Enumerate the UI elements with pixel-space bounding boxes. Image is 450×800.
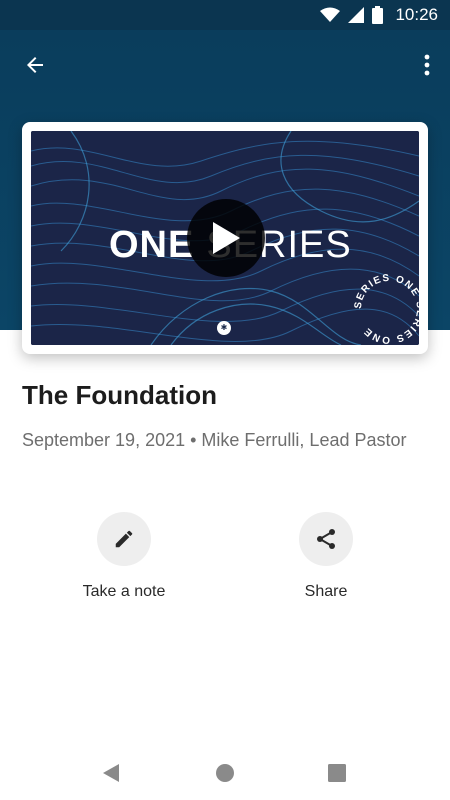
- share-label: Share: [304, 583, 348, 600]
- church-logo: ✱: [217, 321, 231, 335]
- nav-back-button[interactable]: [96, 758, 126, 788]
- pencil-icon: [115, 530, 133, 548]
- more-options-button[interactable]: [418, 50, 436, 80]
- series-word-1: ONE: [109, 224, 195, 266]
- video-card[interactable]: ONE SERIES SERIES ONE SERIES ONE ✱: [22, 122, 428, 354]
- nav-recents-icon: [328, 764, 346, 782]
- signal-icon: [348, 7, 365, 23]
- badge-text: SERIES ONE SERIES ONE: [353, 273, 419, 345]
- sermon-meta: September 19, 2021 • Mike Ferrulli, Lead…: [22, 430, 407, 450]
- back-button[interactable]: [20, 50, 50, 80]
- nav-home-button[interactable]: [210, 758, 240, 788]
- status-time: 10:26: [395, 5, 438, 24]
- share-button[interactable]: [299, 512, 353, 566]
- nav-home-icon: [216, 764, 234, 782]
- system-nav-bar: [0, 744, 450, 800]
- svg-text:SERIES ONE SERIES ONE: SERIES ONE SERIES ONE: [353, 273, 419, 345]
- more-vert-icon: [424, 54, 430, 76]
- share-action[interactable]: Share: [256, 512, 396, 601]
- series-badge-ring: SERIES ONE SERIES ONE: [353, 273, 419, 345]
- battery-icon: [372, 6, 384, 24]
- wifi-icon: [320, 7, 341, 22]
- take-note-action[interactable]: Take a note: [54, 512, 194, 601]
- nav-back-icon: [103, 764, 119, 782]
- status-bar: 10:26: [0, 0, 450, 30]
- arrow-left-icon: [27, 57, 43, 73]
- nav-recents-button[interactable]: [322, 758, 352, 788]
- video-thumbnail[interactable]: ONE SERIES SERIES ONE SERIES ONE ✱: [31, 131, 419, 345]
- take-note-label: Take a note: [82, 583, 166, 600]
- play-icon: [213, 222, 240, 254]
- share-icon: [317, 529, 335, 549]
- sermon-title: The Foundation: [22, 380, 217, 410]
- take-note-button[interactable]: [97, 512, 151, 566]
- status-icons: 10:26: [320, 5, 438, 25]
- play-button[interactable]: [187, 199, 265, 277]
